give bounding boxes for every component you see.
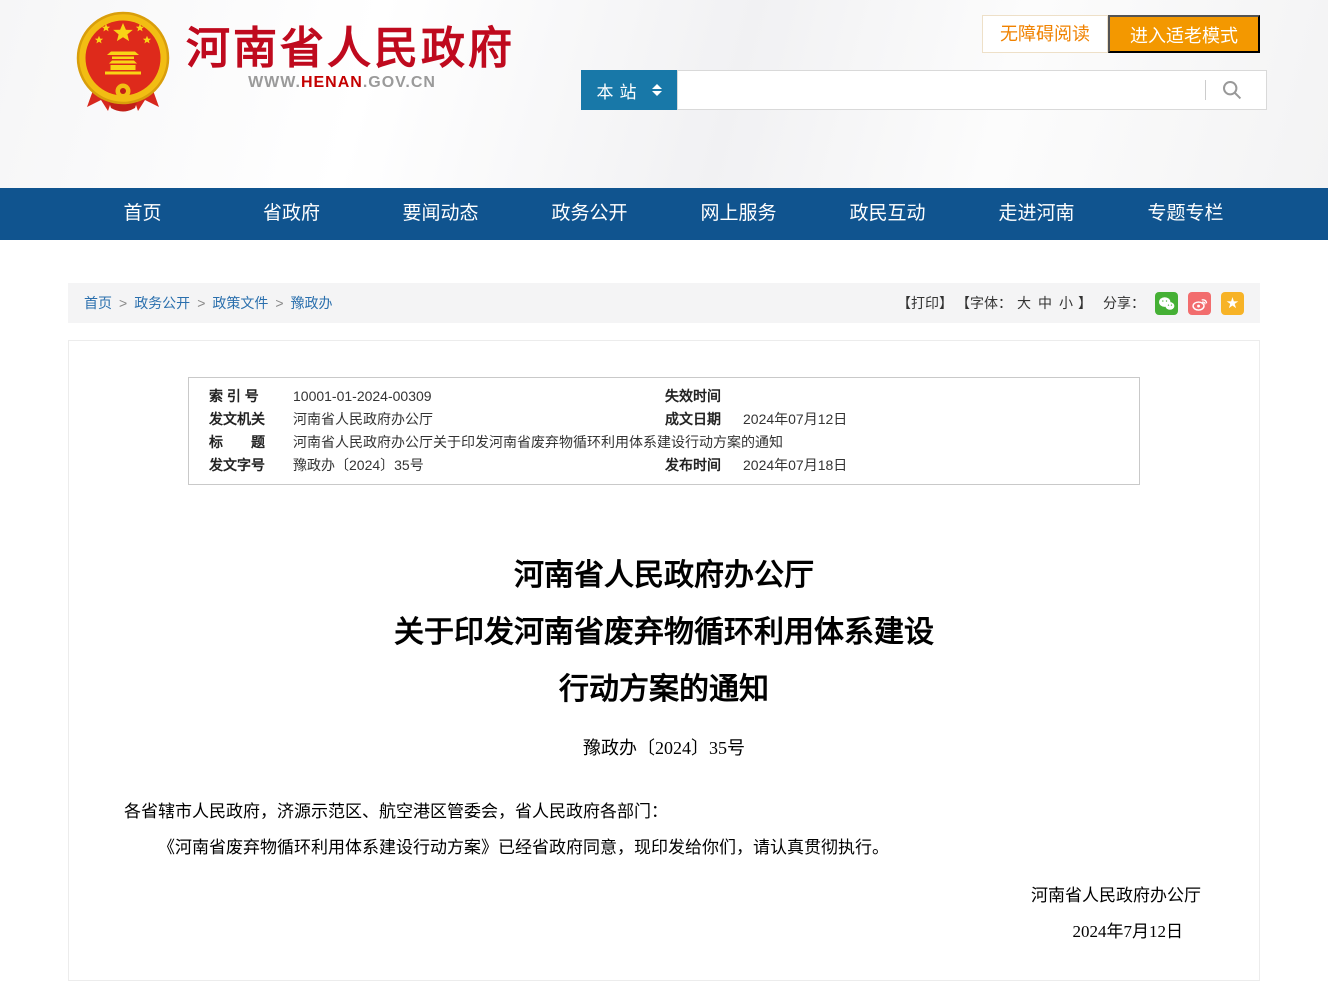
document-title-line: 河南省人民政府办公厅 [69,547,1259,604]
share-label: 分享： [1103,293,1145,313]
site-title: 河南省人民政府 [186,12,515,76]
breadcrumb: 首页 > 政务公开 > 政策文件 > 豫政办 [84,293,333,313]
font-size-medium-button[interactable]: 中 [1038,293,1052,313]
meta-row-index: 索 引 号 10001-01-2024-00309 失效时间 [189,385,1139,408]
breadcrumb-separator: > [119,295,127,311]
nav-item-public-interaction[interactable]: 政民互动 [813,188,962,240]
nav-item-provincial-gov[interactable]: 省政府 [217,188,366,240]
font-size-small-button[interactable]: 小 [1059,293,1073,313]
site-url-prefix: WWW. [248,74,301,91]
nav-item-news[interactable]: 要闻动态 [366,188,515,240]
accessibility-reading-button[interactable]: 无障碍阅读 [982,15,1108,53]
main-navigation: 首页 省政府 要闻动态 政务公开 网上服务 政民互动 走进河南 专题专栏 [0,188,1328,240]
breadcrumb-home[interactable]: 首页 [84,293,112,313]
document-body: 各省辖市人民政府，济源示范区、航空港区管委会，省人民政府各部门： 《河南省废弃物… [124,794,1204,866]
meta-label-agency: 发文机关 [209,408,293,431]
weibo-share-icon[interactable] [1188,292,1211,315]
nav-item-home[interactable]: 首页 [68,188,217,240]
meta-label-docnum: 发文字号 [209,454,293,477]
breadcrumb-bar: 首页 > 政务公开 > 政策文件 > 豫政办 【打印】 【字体： 大 中 小 】… [68,283,1260,323]
dropdown-arrows-icon [652,84,662,96]
meta-row-agency: 发文机关 河南省人民政府办公厅 成文日期 2024年07月12日 [189,408,1139,431]
search-scope-dropdown[interactable]: 本站 [581,70,677,110]
wechat-share-icon[interactable] [1155,292,1178,315]
meta-value-title: 河南省人民政府办公厅关于印发河南省废弃物循环利用体系建设行动方案的通知 [293,431,1119,454]
breadcrumb-gov-affairs[interactable]: 政务公开 [134,293,190,313]
search-input[interactable] [678,71,1205,109]
nav-item-about-henan[interactable]: 走进河南 [962,188,1111,240]
meta-value-written-date: 2024年07月12日 [743,408,1119,431]
site-url: WWW.HENAN.GOV.CN [186,74,498,92]
print-button[interactable]: 【打印】 [897,293,953,313]
meta-row-docnum: 发文字号 豫政办〔2024〕35号 发布时间 2024年07月18日 [189,454,1139,477]
site-header: 河南省人民政府 WWW.HENAN.GOV.CN 无障碍阅读 进入适老模式 本站 [0,0,1328,188]
document-title: 河南省人民政府办公厅 关于印发河南省废弃物循环利用体系建设 行动方案的通知 [69,547,1259,718]
document-title-line: 行动方案的通知 [69,661,1259,718]
meta-row-title: 标 题 河南省人民政府办公厅关于印发河南省废弃物循环利用体系建设行动方案的通知 [189,431,1139,454]
meta-label-index: 索 引 号 [209,385,293,408]
favorite-star-icon[interactable]: ★ [1221,292,1244,315]
breadcrumb-yuzhengban[interactable]: 豫政办 [291,293,333,313]
font-size-label-prefix: 【字体： [956,293,1012,313]
meta-label-publish-date: 发布时间 [665,454,743,477]
signature-agency: 河南省人民政府办公厅 [1031,886,1201,905]
nav-item-special-topics[interactable]: 专题专栏 [1111,188,1260,240]
meta-value-agency: 河南省人民政府办公厅 [293,408,665,431]
meta-value-docnum: 豫政办〔2024〕35号 [293,454,665,477]
site-url-domain: HENAN [301,74,363,91]
signature-block: 河南省人民政府办公厅 2024年7月12日 [69,878,1259,950]
breadcrumb-separator: > [197,295,205,311]
font-size-large-button[interactable]: 大 [1017,293,1031,313]
meta-value-publish-date: 2024年07月18日 [743,454,1119,477]
search-bar: 本站 [581,70,1267,110]
signature-date: 2024年7月12日 [69,914,1201,950]
nav-item-online-services[interactable]: 网上服务 [664,188,813,240]
document-paragraph: 各省辖市人民政府，济源示范区、航空港区管委会，省人民政府各部门： [124,794,1204,830]
meta-label-title: 标 题 [209,431,293,454]
meta-label-expiry: 失效时间 [665,385,743,408]
document-meta-table: 索 引 号 10001-01-2024-00309 失效时间 发文机关 河南省人… [188,377,1140,485]
document-paragraph: 《河南省废弃物循环利用体系建设行动方案》已经省政府同意，现印发给你们，请认真贯彻… [124,830,1204,866]
search-scope-label: 本站 [597,78,643,103]
document-panel: 索 引 号 10001-01-2024-00309 失效时间 发文机关 河南省人… [68,340,1260,981]
meta-value-expiry [743,385,1119,408]
document-title-line: 关于印发河南省废弃物循环利用体系建设 [69,604,1259,661]
breadcrumb-policy-docs[interactable]: 政策文件 [212,293,268,313]
search-divider [1205,80,1206,100]
elder-mode-button[interactable]: 进入适老模式 [1108,15,1260,53]
site-url-suffix: .GOV.CN [363,74,436,91]
national-emblem-logo [68,6,178,118]
meta-value-index: 10001-01-2024-00309 [293,385,665,408]
document-number: 豫政办〔2024〕35号 [69,734,1259,760]
search-icon[interactable] [1222,80,1242,100]
breadcrumb-separator: > [275,295,283,311]
nav-item-gov-affairs[interactable]: 政务公开 [515,188,664,240]
font-size-label-suffix: 】 [1078,293,1092,313]
page-tools: 【打印】 【字体： 大 中 小 】 分享： [897,292,1244,315]
meta-label-written-date: 成文日期 [665,408,743,431]
